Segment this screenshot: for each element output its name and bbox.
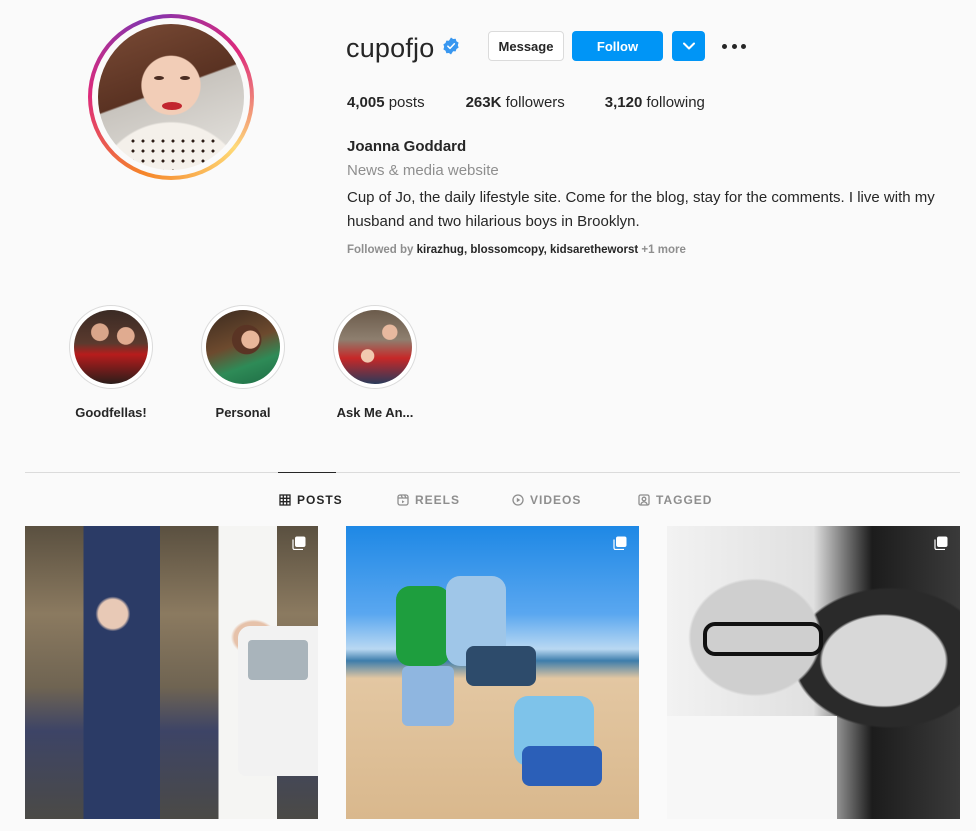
tab-posts[interactable]: POSTS <box>279 493 343 507</box>
highlight-ring <box>201 305 285 389</box>
following-count: 3,120 <box>604 94 643 111</box>
avatar-detail <box>154 76 164 80</box>
message-button[interactable]: Message <box>488 31 564 61</box>
avatar-detail <box>128 136 218 170</box>
highlight-ring <box>69 305 153 389</box>
post-image-detail <box>522 746 602 786</box>
multiple-photos-icon <box>934 536 948 550</box>
posts-stat: 4,005 posts <box>347 94 425 111</box>
followed-by-prefix: Followed by <box>347 244 414 256</box>
grid-icon <box>279 494 291 506</box>
tab-label: TAGGED <box>656 493 713 507</box>
tabs-divider <box>25 472 960 473</box>
profile-avatar[interactable] <box>88 14 254 180</box>
posts-count: 4,005 <box>347 94 385 111</box>
followed-by-more[interactable]: +1 more <box>641 244 685 256</box>
post-image-detail <box>402 666 454 726</box>
post-image-detail <box>466 646 536 686</box>
profile-username: cupofjo <box>346 33 435 63</box>
multiple-photos-icon <box>292 536 306 550</box>
verified-badge-icon <box>443 37 459 55</box>
highlight-label: Ask Me An... <box>336 405 414 420</box>
profile-stats: 4,005 posts 263K followers 3,120 followi… <box>347 94 745 111</box>
highlight-goodfellas[interactable]: Goodfellas! <box>69 305 153 420</box>
post-thumbnail[interactable] <box>667 526 960 819</box>
tab-label: REELS <box>415 493 461 507</box>
profile-full-name: Joanna Goddard <box>347 138 467 155</box>
avatar-photo <box>98 24 244 170</box>
tab-label: VIDEOS <box>530 493 582 507</box>
dot <box>722 43 727 49</box>
followed-by[interactable]: Followed by kirazhug, blossomcopy, kidsa… <box>347 244 686 256</box>
tab-label: POSTS <box>297 493 343 507</box>
highlight-cover <box>338 310 412 384</box>
multiple-photos-icon <box>613 536 627 550</box>
tab-reels[interactable]: REELS <box>397 493 460 507</box>
post-image-detail <box>703 622 823 656</box>
suggested-accounts-button[interactable] <box>672 31 705 61</box>
followers-count: 263K <box>465 94 502 111</box>
followers-stat[interactable]: 263K followers <box>466 94 565 111</box>
chevron-down-icon <box>682 42 695 50</box>
dot <box>741 43 746 49</box>
highlight-label: Goodfellas! <box>75 405 147 420</box>
highlight-cover <box>74 310 148 384</box>
follow-button[interactable]: Follow <box>572 31 663 61</box>
tab-tagged[interactable]: TAGGED <box>638 493 712 507</box>
video-icon <box>512 494 524 506</box>
highlight-personal[interactable]: Personal <box>201 305 285 420</box>
avatar-detail <box>180 76 190 80</box>
highlight-label: Personal <box>215 405 271 420</box>
dot <box>731 43 737 49</box>
followed-by-user[interactable]: blossomcopy <box>470 244 543 256</box>
following-stat[interactable]: 3,120 following <box>605 94 705 111</box>
following-label: following <box>646 94 705 111</box>
active-tab-indicator <box>278 472 336 473</box>
profile-bio: Cup of Jo, the daily lifestyle site. Com… <box>347 189 935 230</box>
post-image-detail <box>667 716 837 819</box>
highlight-ring <box>333 305 417 389</box>
posts-label: posts <box>388 94 425 111</box>
followers-label: followers <box>505 94 565 111</box>
post-image-detail <box>396 586 450 666</box>
avatar-detail <box>162 102 182 110</box>
highlight-cover <box>206 310 280 384</box>
more-options-icon[interactable] <box>722 36 746 56</box>
followed-by-user[interactable]: kirazhug <box>417 244 464 256</box>
highlight-ask-me-anything[interactable]: Ask Me An... <box>333 305 417 420</box>
tab-videos[interactable]: VIDEOS <box>512 493 581 507</box>
tagged-icon <box>638 494 650 506</box>
post-thumbnail[interactable] <box>346 526 639 819</box>
post-thumbnail[interactable] <box>25 526 318 819</box>
reels-icon <box>397 494 409 506</box>
profile-category: News & media website <box>347 162 499 179</box>
avatar-border <box>92 18 250 176</box>
followed-by-user[interactable]: kidsaretheworst <box>550 244 638 256</box>
post-image-detail <box>238 626 318 776</box>
